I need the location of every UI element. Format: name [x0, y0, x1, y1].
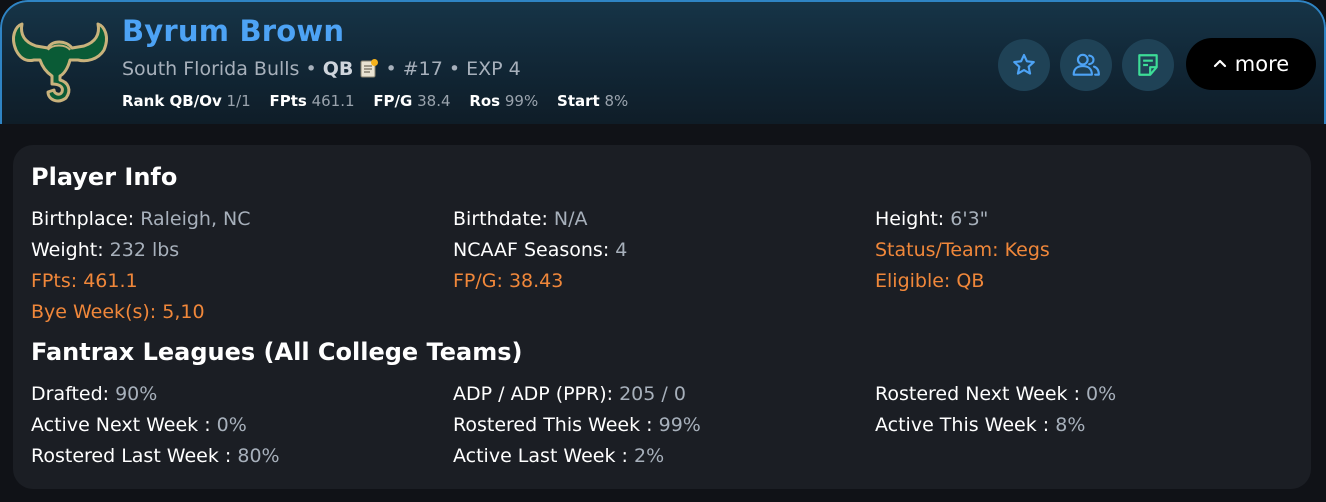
- status-value: Kegs: [1004, 239, 1050, 261]
- fpg-label: FP/G: [373, 92, 413, 110]
- status-row: Status/Team: Kegs: [875, 239, 1050, 261]
- fpg-info-label: FP/G:: [453, 270, 503, 292]
- experience: EXP 4: [466, 58, 521, 80]
- seasons-value: 4: [615, 239, 628, 261]
- separator: •: [442, 58, 467, 80]
- bye-label: Bye Week(s):: [31, 301, 157, 323]
- birthplace-value: Raleigh, NC: [140, 208, 251, 230]
- birthdate-value: N/A: [553, 208, 588, 230]
- player-position: QB: [322, 58, 354, 80]
- bye-value: 5,10: [162, 301, 205, 323]
- compare-button[interactable]: [1060, 39, 1112, 91]
- weight-label: Weight:: [31, 239, 104, 261]
- birthplace-label: Birthplace:: [31, 208, 135, 230]
- team-name[interactable]: South Florida Bulls: [122, 58, 299, 80]
- rostered-next-value: 0%: [1086, 383, 1117, 405]
- more-label: more: [1234, 52, 1290, 76]
- rostered-last-row: Rostered Last Week : 80%: [31, 445, 280, 467]
- active-this-value: 8%: [1055, 414, 1086, 436]
- active-this-label: Active This Week :: [875, 414, 1050, 436]
- jersey-number: #17: [402, 58, 443, 80]
- sticky-note-icon: [1138, 54, 1158, 76]
- eligible-label: Eligible:: [875, 270, 951, 292]
- fpts-value: 461.1: [311, 92, 355, 110]
- drafted-value: 90%: [115, 383, 158, 405]
- weight-row: Weight: 232 lbs: [31, 239, 179, 261]
- active-last-label: Active Last Week :: [453, 445, 628, 467]
- rostered-this-value: 99%: [658, 414, 701, 436]
- fpts-label: FPts: [269, 92, 307, 110]
- height-label: Height:: [875, 208, 945, 230]
- separator: •: [379, 58, 403, 80]
- status-label: Status/Team:: [875, 239, 999, 261]
- player-name[interactable]: Byrum Brown: [122, 14, 344, 48]
- player-subline: South Florida Bulls • QB • #17 • EXP 4: [122, 58, 521, 80]
- drafted-row: Drafted: 90%: [31, 383, 157, 405]
- active-last-row: Active Last Week : 2%: [453, 445, 664, 467]
- active-this-row: Active This Week : 8%: [875, 414, 1085, 436]
- adp-label: ADP / ADP (PPR):: [453, 383, 614, 405]
- player-info-title: Player Info: [31, 163, 178, 191]
- favorite-button[interactable]: [998, 39, 1050, 91]
- fpg-row: FP/G: 38.43: [453, 270, 563, 292]
- player-info-card: Player Info Birthplace: Raleigh, NC Birt…: [13, 145, 1311, 489]
- fpg-info-value: 38.43: [508, 270, 564, 292]
- more-button[interactable]: more: [1186, 38, 1316, 90]
- bye-row: Bye Week(s): 5,10: [31, 301, 205, 323]
- star-icon: [1013, 53, 1035, 75]
- height-value: 6'3": [950, 208, 989, 230]
- fpts-info-label: FPts:: [31, 270, 78, 292]
- chevron-up-icon: [1213, 56, 1227, 72]
- adp-value: 205 / 0: [619, 383, 686, 405]
- rostered-next-row: Rostered Next Week : 0%: [875, 383, 1116, 405]
- active-next-label: Active Next Week :: [31, 414, 211, 436]
- start-value: 8%: [604, 92, 629, 110]
- rostered-last-label: Rostered Last Week :: [31, 445, 232, 467]
- rank-value: 1/1: [226, 92, 251, 110]
- active-last-value: 2%: [633, 445, 665, 467]
- ros-label: Ros: [469, 92, 501, 110]
- rostered-last-value: 80%: [237, 445, 280, 467]
- ros-value: 99%: [504, 92, 539, 110]
- fpts-info-value: 461.1: [83, 270, 138, 292]
- active-next-value: 0%: [216, 414, 247, 436]
- stat-line: Rank QB/Ov 1/1 FPts 461.1 FP/G 38.4 Ros …: [122, 92, 642, 110]
- player-card-frame: Byrum Brown South Florida Bulls • QB • #…: [0, 0, 1326, 502]
- player-header: Byrum Brown South Florida Bulls • QB • #…: [0, 0, 1326, 124]
- notes-button[interactable]: [1122, 39, 1174, 91]
- adp-row: ADP / ADP (PPR): 205 / 0: [453, 383, 686, 405]
- rostered-next-label: Rostered Next Week :: [875, 383, 1080, 405]
- rostered-this-label: Rostered This Week :: [453, 414, 653, 436]
- news-note-icon[interactable]: [359, 58, 379, 78]
- height-row: Height: 6'3": [875, 208, 988, 230]
- fpg-value: 38.4: [417, 92, 451, 110]
- rostered-this-row: Rostered This Week : 99%: [453, 414, 701, 436]
- separator: •: [299, 58, 323, 80]
- start-label: Start: [557, 92, 600, 110]
- seasons-label: NCAAF Seasons:: [453, 239, 610, 261]
- team-logo: [12, 22, 108, 103]
- birthdate-label: Birthdate:: [453, 208, 548, 230]
- birthplace-row: Birthplace: Raleigh, NC: [31, 208, 251, 230]
- active-next-row: Active Next Week : 0%: [31, 414, 247, 436]
- seasons-row: NCAAF Seasons: 4: [453, 239, 627, 261]
- leagues-title: Fantrax Leagues (All College Teams): [31, 338, 523, 366]
- users-icon: [1072, 53, 1100, 76]
- rank-label: Rank QB/Ov: [122, 92, 222, 110]
- eligible-row: Eligible: QB: [875, 270, 984, 292]
- fpts-row: FPts: 461.1: [31, 270, 138, 292]
- birthdate-row: Birthdate: N/A: [453, 208, 588, 230]
- weight-value: 232 lbs: [109, 239, 180, 261]
- eligible-value: QB: [956, 270, 985, 292]
- drafted-label: Drafted:: [31, 383, 110, 405]
